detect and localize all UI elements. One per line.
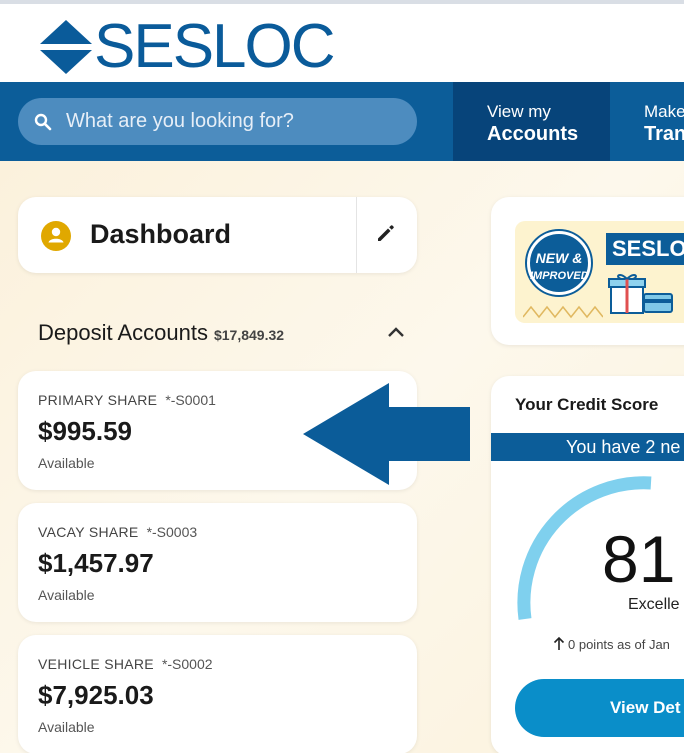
deposit-accounts-header[interactable]: Deposit Accounts $17,849.32 [38,320,417,348]
view-details-button[interactable]: View Det [515,679,684,737]
account-name-text: VACAY SHARE [38,524,139,540]
dashboard-header-card: Dashboard [18,197,417,273]
account-card-vehicle-share[interactable]: VEHICLE SHARE *-S0002 $7,925.03 Available [18,635,417,753]
promo-card[interactable]: NEW & IMPROVED SESLO [491,197,684,345]
account-available-label: Available [38,455,95,471]
search-icon [34,113,52,130]
nav-tab-transfer[interactable]: Make Tran [610,82,684,161]
credit-alert-banner[interactable]: You have 2 ne [491,433,684,461]
account-number: *-S0002 [161,656,213,672]
nav-bar: View my Accounts Make Tran [0,82,684,161]
account-name-text: VEHICLE SHARE [38,656,154,672]
badge-line1: NEW & [535,250,583,266]
nav-tab-line1: Make [644,102,684,121]
credit-score-change: 0 points as of Jan [553,636,670,652]
new-improved-badge: NEW & IMPROVED [527,231,591,295]
account-number: *-S0001 [165,392,216,408]
search-input[interactable] [66,110,396,133]
account-name: PRIMARY SHARE *-S0001 [38,392,216,408]
account-name: VEHICLE SHARE *-S0002 [38,656,213,672]
nav-tab-line2: Tran [644,123,684,145]
account-card-vacay-share[interactable]: VACAY SHARE *-S0003 $1,457.97 Available [18,503,417,622]
nav-tab-accounts[interactable]: View my Accounts [453,82,610,161]
credit-card-icon [643,293,673,313]
nav-tab-line2: Accounts [487,123,579,145]
account-balance: $7,925.03 [38,680,154,710]
badge-line2: IMPROVED [530,270,589,282]
account-balance: $1,457.97 [38,548,154,578]
sesloc-logo[interactable]: SESLOC [40,12,336,81]
credit-points-text: 0 points as of Jan [568,637,670,652]
zigzag-decoration-icon [523,305,603,319]
chevron-up-icon[interactable] [387,326,405,338]
pencil-icon[interactable] [374,221,398,245]
top-bar: SESLOC [0,0,684,82]
account-name-text: PRIMARY SHARE [38,392,158,408]
logo-wordmark: SESLOC [94,12,336,81]
section-total: $17,849.32 [213,327,285,343]
annotation-arrow-icon [303,383,470,485]
section-title: Deposit Accounts [38,320,208,345]
account-number: *-S0003 [146,524,198,540]
divider [356,197,357,273]
account-balance: $995.59 [38,416,132,446]
nav-tab-line1: View my [487,102,551,121]
account-available-label: Available [38,719,95,735]
promo-brand: SESLO [606,233,684,265]
account-available-label: Available [38,587,95,603]
dashboard-title: Dashboard [90,219,232,249]
logo-diamond-icon [40,20,92,74]
credit-score-card: Your Credit Score You have 2 ne 81 Excel… [491,376,684,753]
user-icon [41,221,71,251]
credit-score-value: 81 [602,522,676,596]
credit-score-rating: Excelle [628,596,680,613]
promo-banner[interactable]: NEW & IMPROVED SESLO [515,221,684,323]
search-bar[interactable] [18,98,417,145]
credit-score-title: Your Credit Score [515,395,659,414]
arrow-up-icon [553,636,565,650]
account-name: VACAY SHARE *-S0003 [38,524,197,540]
